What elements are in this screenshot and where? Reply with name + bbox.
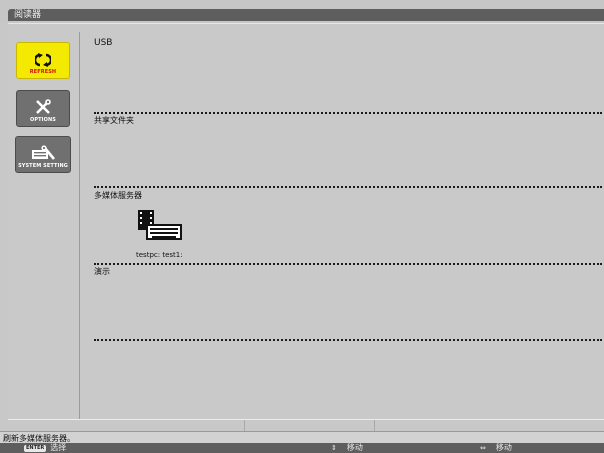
media-server-section-title[interactable]: 多媒体服务器 [94,190,142,201]
refresh-icon [35,53,51,67]
system-setting-button[interactable]: SYSTEM SETTING [15,136,71,173]
shared-folder-section-title[interactable]: 共享文件夹 [94,115,134,126]
refresh-label: REFRESH [29,69,57,75]
section-divider [94,186,602,188]
move-horizontal-label: 移动 [495,443,512,452]
options-label: OPTIONS [30,117,56,123]
demo-section-title[interactable]: 演示 [94,266,110,277]
title-bar: 阅读器 [0,0,604,22]
section-divider [94,263,602,265]
content-area: USB 共享文件夹 多媒体服务器 testpc: test1: 演示 [80,32,604,420]
refresh-button[interactable]: REFRESH [16,42,70,79]
footer-hints: ENTER 选择 ⇕ 移动 ⇔ 移动 [0,443,604,453]
left-right-arrow-icon: ⇔ [480,444,486,452]
options-button[interactable]: OPTIONS [16,90,70,127]
move-horizontal-hint: ⇔ 移动 [480,443,512,453]
move-vertical-label: 移动 [346,443,363,452]
up-down-arrow-icon: ⇕ [331,444,337,452]
system-setting-icon [32,145,55,160]
section-divider [94,339,602,341]
bottom-tabs-row [8,419,604,432]
tools-icon [36,99,51,114]
sidebar: REFRESH OPTIONS SYSTEM SETTING [8,32,80,420]
window-title: 阅读器 [14,10,42,20]
media-server-icon[interactable] [136,210,182,242]
media-server-item-label[interactable]: testpc: test1: [136,251,183,259]
move-vertical-hint: ⇕ 移动 [331,443,363,453]
system-setting-label: SYSTEM SETTING [18,163,68,169]
select-hint: ENTER 选择 [24,443,66,453]
section-divider [94,112,602,114]
select-hint-label: 选择 [50,443,67,452]
usb-section-title[interactable]: USB [94,38,112,48]
status-bar: 刷新多媒体服务器。 [0,431,604,443]
enter-key-icon: ENTER [24,445,47,452]
title-strip: 阅读器 [8,9,604,21]
